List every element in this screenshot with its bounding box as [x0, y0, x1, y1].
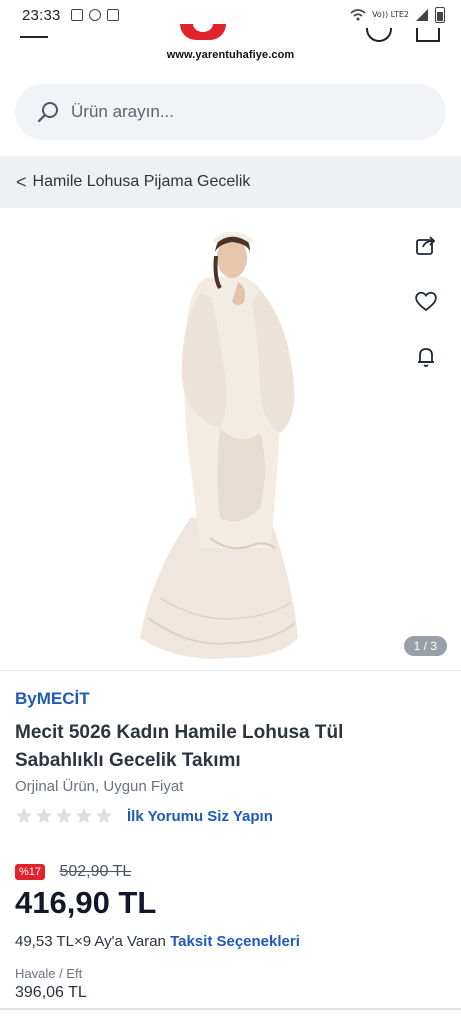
star-icon	[15, 807, 33, 824]
installment-options-link[interactable]: Taksit Seçenekleri	[170, 933, 300, 950]
menu-icon[interactable]	[20, 32, 48, 38]
gallery-pager: 1 / 3	[403, 636, 447, 656]
rating-stars	[15, 807, 113, 825]
discount-badge: %17	[15, 864, 46, 880]
chevron-left-icon: <	[16, 171, 27, 192]
bell-icon[interactable]	[409, 340, 443, 374]
battery-icon	[435, 7, 445, 23]
logo-text[interactable]: www.yarentuhafiye.com	[0, 49, 461, 61]
star-icon	[35, 807, 53, 824]
bag-icon[interactable]	[416, 28, 440, 42]
user-icon[interactable]	[366, 28, 392, 42]
signal-icon	[416, 9, 428, 21]
whatsapp-icon	[88, 9, 101, 21]
transfer-price: 396,06 TL	[15, 984, 87, 1001]
first-review-link[interactable]: İlk Yorumu Siz Yapın	[127, 808, 273, 825]
brand-link[interactable]: ByMECİT	[15, 689, 90, 709]
status-time: 23:33	[22, 6, 61, 24]
old-price: 502,90 TL	[59, 863, 132, 880]
star-icon	[75, 807, 93, 824]
transfer-label: Havale / Eft	[15, 966, 83, 981]
wifi-icon	[350, 9, 366, 21]
price-block: %17 502,90 TL	[15, 863, 131, 881]
logo-icon[interactable]	[180, 24, 226, 40]
installment-text: 49,53 TL×9 Ay'a Varan	[15, 933, 166, 950]
network-label: Vo)) LTE2	[372, 10, 409, 19]
search-bar[interactable]	[15, 84, 446, 140]
product-image[interactable]	[120, 218, 320, 663]
search-icon	[37, 101, 59, 123]
product-title: Mecit 5026 Kadın Hamile Lohusa Tül Sabah…	[15, 722, 344, 771]
notification-icons	[70, 9, 119, 21]
star-icon	[95, 807, 113, 824]
current-price: 416,90 TL	[15, 885, 157, 920]
breadcrumb-label[interactable]: Hamile Lohusa Pijama Gecelik	[33, 173, 251, 191]
app-icon	[106, 9, 119, 21]
share-icon[interactable]	[409, 228, 443, 262]
star-icon	[55, 807, 73, 824]
breadcrumb[interactable]: < Hamile Lohusa Pijama Gecelik	[0, 156, 461, 208]
product-info: ByMECİT Mecit 5026 Kadın Hamile Lohusa T…	[0, 670, 461, 1024]
gallery-icon	[70, 9, 83, 21]
search-input[interactable]	[71, 102, 411, 122]
status-bar: 23:33 Vo)) LTE2	[0, 0, 461, 30]
product-gallery[interactable]: 1 / 3	[0, 208, 461, 670]
product-subtitle: Orjinal Ürün, Uygun Fiyat	[15, 778, 184, 795]
side-actions	[409, 228, 443, 374]
heart-icon[interactable]	[409, 284, 443, 318]
installment-row: 49,53 TL×9 Ay'a Varan Taksit Seçenekleri	[15, 933, 300, 950]
system-icons: Vo)) LTE2	[350, 7, 445, 23]
rating-row: İlk Yorumu Siz Yapın	[15, 807, 273, 825]
site-header: www.yarentuhafiye.com	[0, 24, 461, 70]
divider	[0, 1008, 461, 1010]
